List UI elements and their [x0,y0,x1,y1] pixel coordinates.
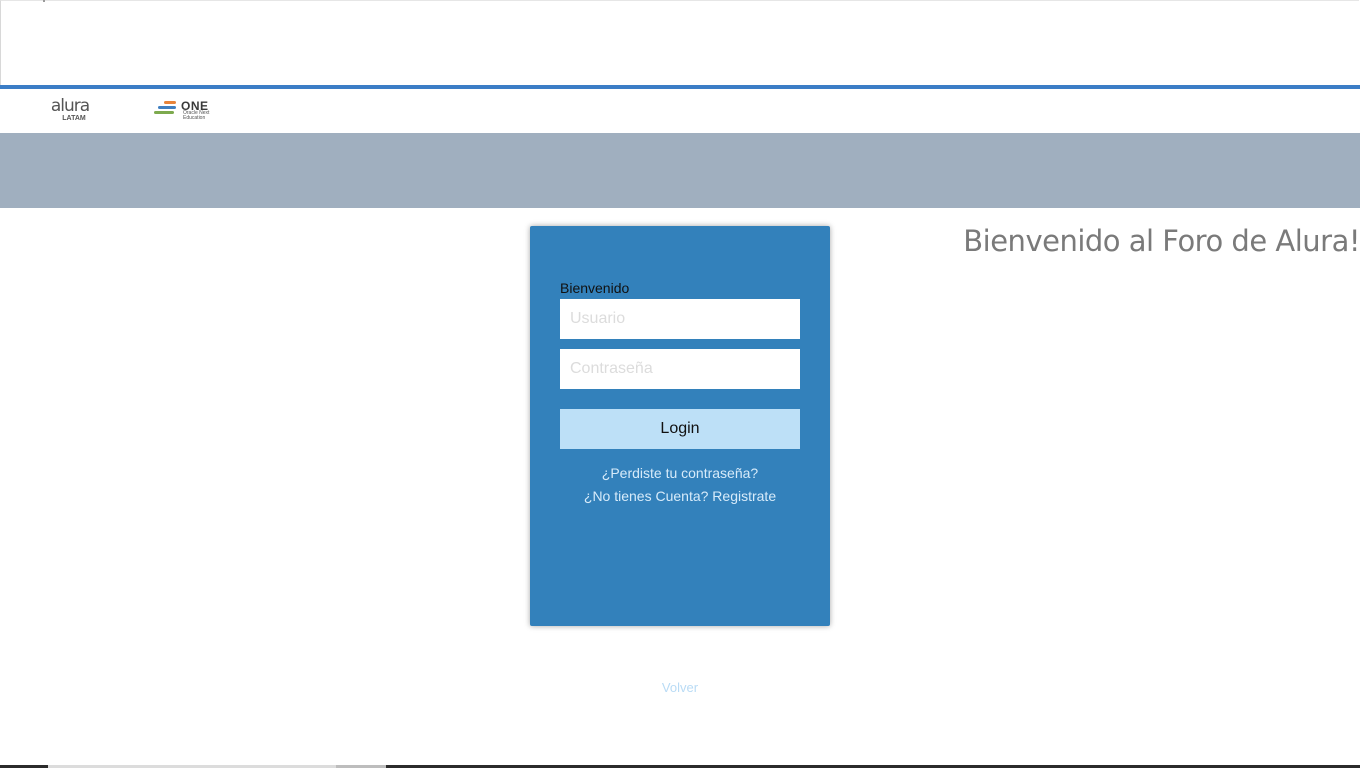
login-card: Bienvenido Login ¿Perdiste tu contraseña… [530,226,830,626]
hero-band [0,133,1360,208]
forgot-password-link[interactable]: ¿Perdiste tu contraseña? [530,465,830,481]
one-logo-sub: Oracle Next Education [183,110,210,121]
top-frame [0,0,1359,85]
back-link[interactable]: Volver [630,680,730,695]
one-logo-icon [154,101,176,114]
register-link[interactable]: ¿No tienes Cuenta? Registrate [530,488,830,504]
alura-logo-word: alura [50,96,90,116]
alura-logo-sub: LATAM [62,115,86,122]
login-button[interactable]: Login [560,409,800,449]
login-card-label: Bienvenido [560,280,630,296]
frame-corner-mark [43,0,45,2]
alura-latam-logo[interactable]: alura LATAM [50,97,90,123]
page-title: Bienvenido al Foro de Alura! [963,224,1360,258]
password-input[interactable] [560,349,800,389]
username-input[interactable] [560,299,800,339]
logo-bar: alura LATAM ONE Oracle Next Education [0,89,1360,133]
